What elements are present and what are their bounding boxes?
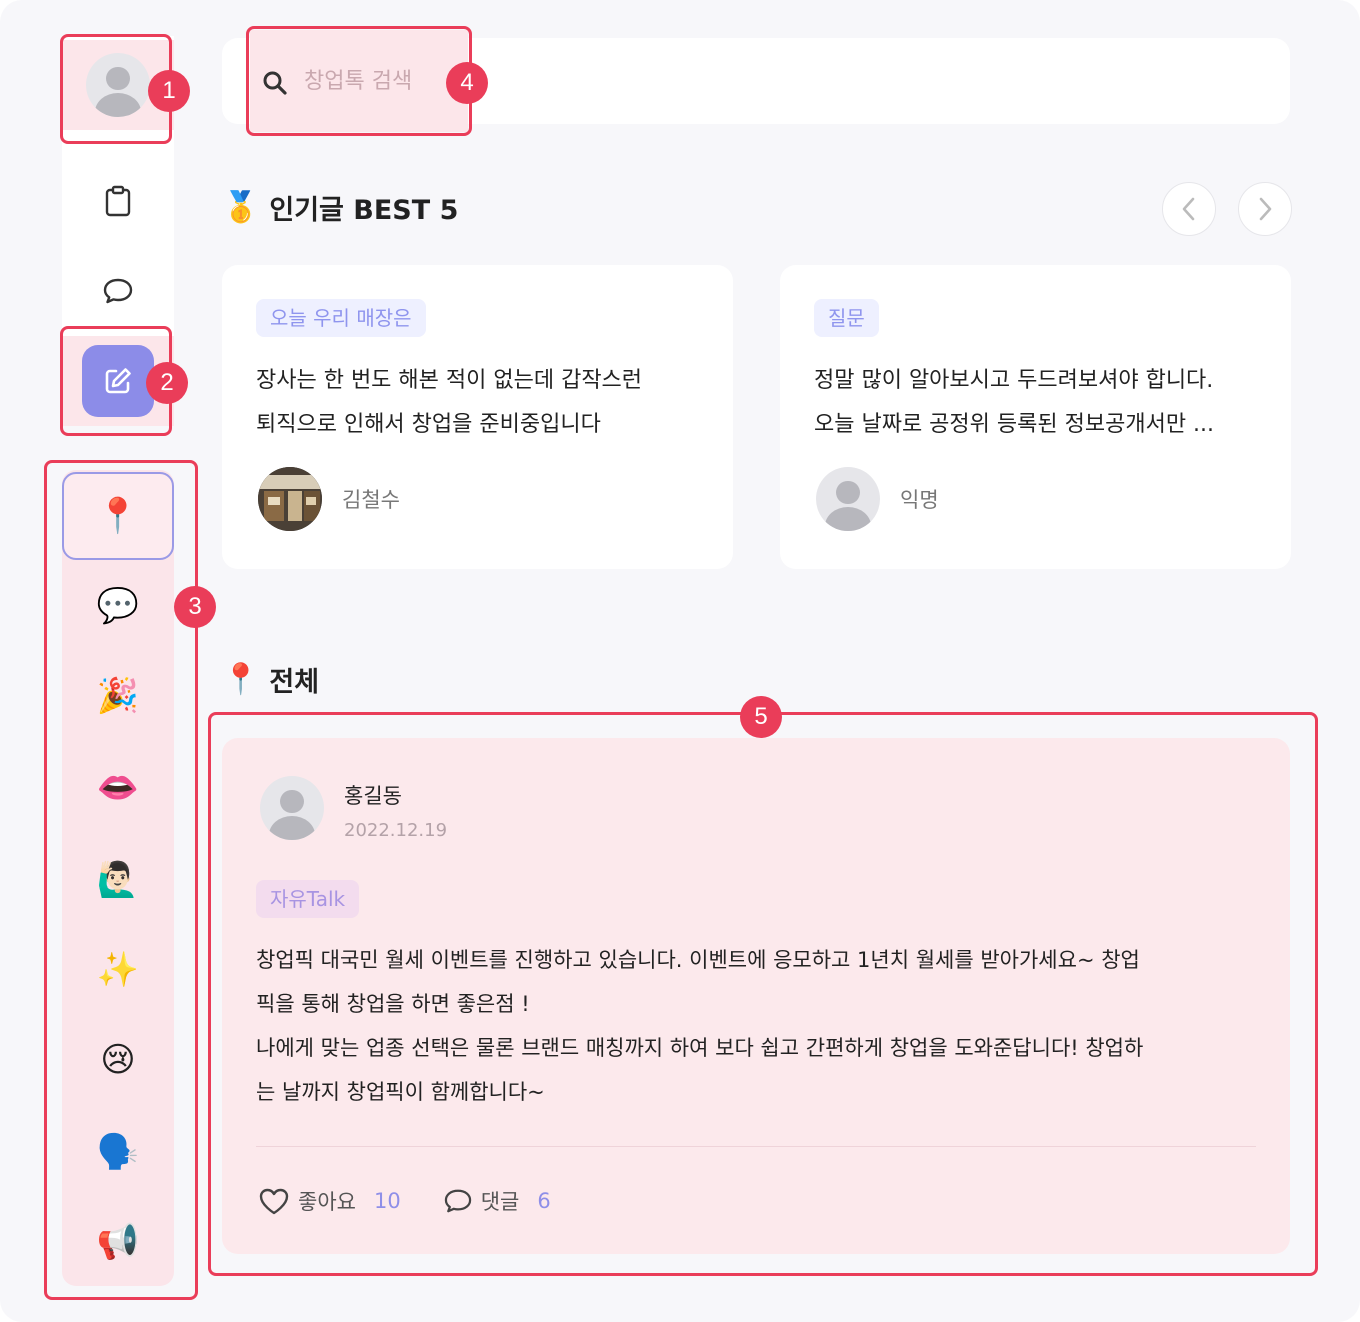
lips-icon: 👄 bbox=[96, 768, 140, 808]
best-card[interactable]: 오늘 우리 매장은 장사는 한 번도 해본 적이 없는데 갑작스런 퇴직으로 인… bbox=[222, 265, 733, 569]
category-celebrate[interactable]: 🎉 bbox=[62, 652, 174, 740]
category-free-talk[interactable]: 💬 bbox=[62, 562, 174, 650]
chevron-right-icon bbox=[1259, 197, 1272, 221]
board-button[interactable] bbox=[62, 156, 174, 246]
sparkles-icon: ✨ bbox=[96, 950, 140, 990]
category-sad[interactable]: 😢 bbox=[62, 1016, 174, 1104]
chevron-left-icon bbox=[1182, 197, 1195, 221]
annotation-badge-3: 3 bbox=[174, 586, 216, 628]
post-body: 창업픽 대국민 월세 이벤트를 진행하고 있습니다. 이벤트에 응모하고 1년치… bbox=[256, 938, 1260, 1114]
speaking-head-icon: 🗣️ bbox=[96, 1132, 140, 1172]
crying-face-icon: 😢 bbox=[100, 1040, 136, 1080]
comment-label: 댓글 bbox=[480, 1190, 520, 1214]
search-icon[interactable] bbox=[262, 70, 288, 96]
category-speaking[interactable]: 🗣️ bbox=[62, 1108, 174, 1196]
post-author: 홍길동 2022.12.19 bbox=[260, 776, 447, 841]
card-line: 정말 많이 알아보시고 두드려보셔야 합니다. bbox=[814, 368, 1214, 393]
speech-bubble-icon bbox=[444, 1189, 471, 1213]
card-author: 익명 bbox=[816, 467, 939, 531]
speech-balloon-icon: 💬 bbox=[96, 586, 140, 626]
write-button-surface[interactable] bbox=[82, 345, 154, 417]
gold-medal-icon: 🥇 bbox=[222, 190, 260, 225]
comment-count: 6 bbox=[537, 1189, 551, 1213]
post-line: 나에게 맞는 업종 선택은 물론 브랜드 매칭까지 하여 보다 쉽고 간편하게 … bbox=[256, 1036, 1144, 1060]
card-author: 김철수 bbox=[258, 467, 400, 531]
card-line: 장사는 한 번도 해본 적이 없는데 갑작스런 bbox=[256, 368, 643, 393]
pencil-square-icon bbox=[105, 368, 131, 394]
category-tag: 질문 bbox=[814, 299, 879, 337]
card-line: 퇴직으로 인해서 창업을 준비중입니다 bbox=[256, 412, 601, 437]
post-card[interactable]: 홍길동 2022.12.19 자유Talk 창업픽 대국민 월세 이벤트를 진행… bbox=[222, 738, 1290, 1254]
category-question[interactable]: 🙋🏻‍♂️ bbox=[62, 836, 174, 924]
chat-button[interactable] bbox=[62, 246, 174, 336]
avatar-icon bbox=[816, 467, 880, 531]
annotation-badge-1: 1 bbox=[148, 70, 190, 112]
post-line: 픽을 통해 창업을 하면 좋은점 ! bbox=[256, 992, 530, 1016]
post-actions: 좋아요 10 댓글 6 bbox=[258, 1186, 551, 1216]
like-button[interactable]: 좋아요 10 bbox=[258, 1186, 401, 1216]
card-line: 오늘 날짜로 공정위 등록된 정보공개서만 ... bbox=[814, 412, 1215, 437]
card-text: 장사는 한 번도 해본 적이 없는데 갑작스런 퇴직으로 인해서 창업을 준비중… bbox=[256, 359, 706, 447]
category-tag: 오늘 우리 매장은 bbox=[256, 299, 426, 337]
search-input[interactable] bbox=[304, 60, 454, 102]
category-announcement[interactable]: 📢 bbox=[62, 1198, 174, 1286]
annotation-badge-4: 4 bbox=[446, 62, 488, 104]
author-name: 익명 bbox=[900, 488, 939, 512]
speech-bubble-icon bbox=[103, 278, 133, 304]
prev-button[interactable] bbox=[1162, 182, 1216, 236]
all-title-text: 전체 bbox=[269, 667, 320, 698]
best-section-title: 🥇 인기글 BEST 5 bbox=[222, 188, 458, 227]
author-photo-avatar bbox=[258, 467, 322, 531]
pin-icon: 📍 bbox=[222, 662, 260, 697]
annotation-badge-5: 5 bbox=[740, 696, 782, 738]
post-author-name: 홍길동 bbox=[344, 784, 402, 808]
post-divider bbox=[256, 1146, 1256, 1147]
best-title-text: 인기글 BEST 5 bbox=[269, 195, 459, 226]
category-all[interactable]: 📍 bbox=[62, 472, 174, 560]
author-name: 김철수 bbox=[342, 488, 400, 512]
annotation-badge-2: 2 bbox=[146, 362, 188, 404]
raising-hand-icon: 🙋🏻‍♂️ bbox=[96, 860, 140, 900]
all-section-title: 📍 전체 bbox=[222, 660, 319, 699]
post-tag[interactable]: 자유Talk bbox=[256, 880, 360, 918]
post-date: 2022.12.19 bbox=[344, 820, 448, 841]
comment-button[interactable]: 댓글 6 bbox=[443, 1186, 551, 1216]
card-text: 정말 많이 알아보시고 두드려보셔야 합니다. 오늘 날짜로 공정위 등록된 정… bbox=[814, 359, 1264, 447]
pin-icon: 📍 bbox=[96, 496, 140, 536]
heart-icon bbox=[259, 1188, 289, 1215]
post-line: 는 날까지 창업픽이 함께합니다~ bbox=[256, 1080, 545, 1104]
party-popper-icon: 🎉 bbox=[96, 676, 140, 716]
post-line: 창업픽 대국민 월세 이벤트를 진행하고 있습니다. 이벤트에 응모하고 1년치… bbox=[256, 948, 1140, 972]
megaphone-icon: 📢 bbox=[96, 1222, 140, 1262]
like-label: 좋아요 bbox=[298, 1190, 356, 1214]
store-photo-icon bbox=[258, 467, 322, 531]
like-count: 10 bbox=[373, 1189, 401, 1213]
clipboard-icon bbox=[105, 185, 131, 217]
app-frame: 📍 💬 🎉 👄 🙋🏻‍♂️ ✨ 😢 🗣️ 📢 🥇 인기글 BEST 5 오늘 우… bbox=[0, 0, 1360, 1322]
avatar-icon bbox=[260, 776, 324, 840]
best-card[interactable]: 질문 정말 많이 알아보시고 두드려보셔야 합니다. 오늘 날짜로 공정위 등록… bbox=[780, 265, 1291, 569]
avatar-icon bbox=[86, 53, 150, 117]
category-lips[interactable]: 👄 bbox=[62, 744, 174, 832]
category-sparkles[interactable]: ✨ bbox=[62, 926, 174, 1014]
next-button[interactable] bbox=[1238, 182, 1292, 236]
